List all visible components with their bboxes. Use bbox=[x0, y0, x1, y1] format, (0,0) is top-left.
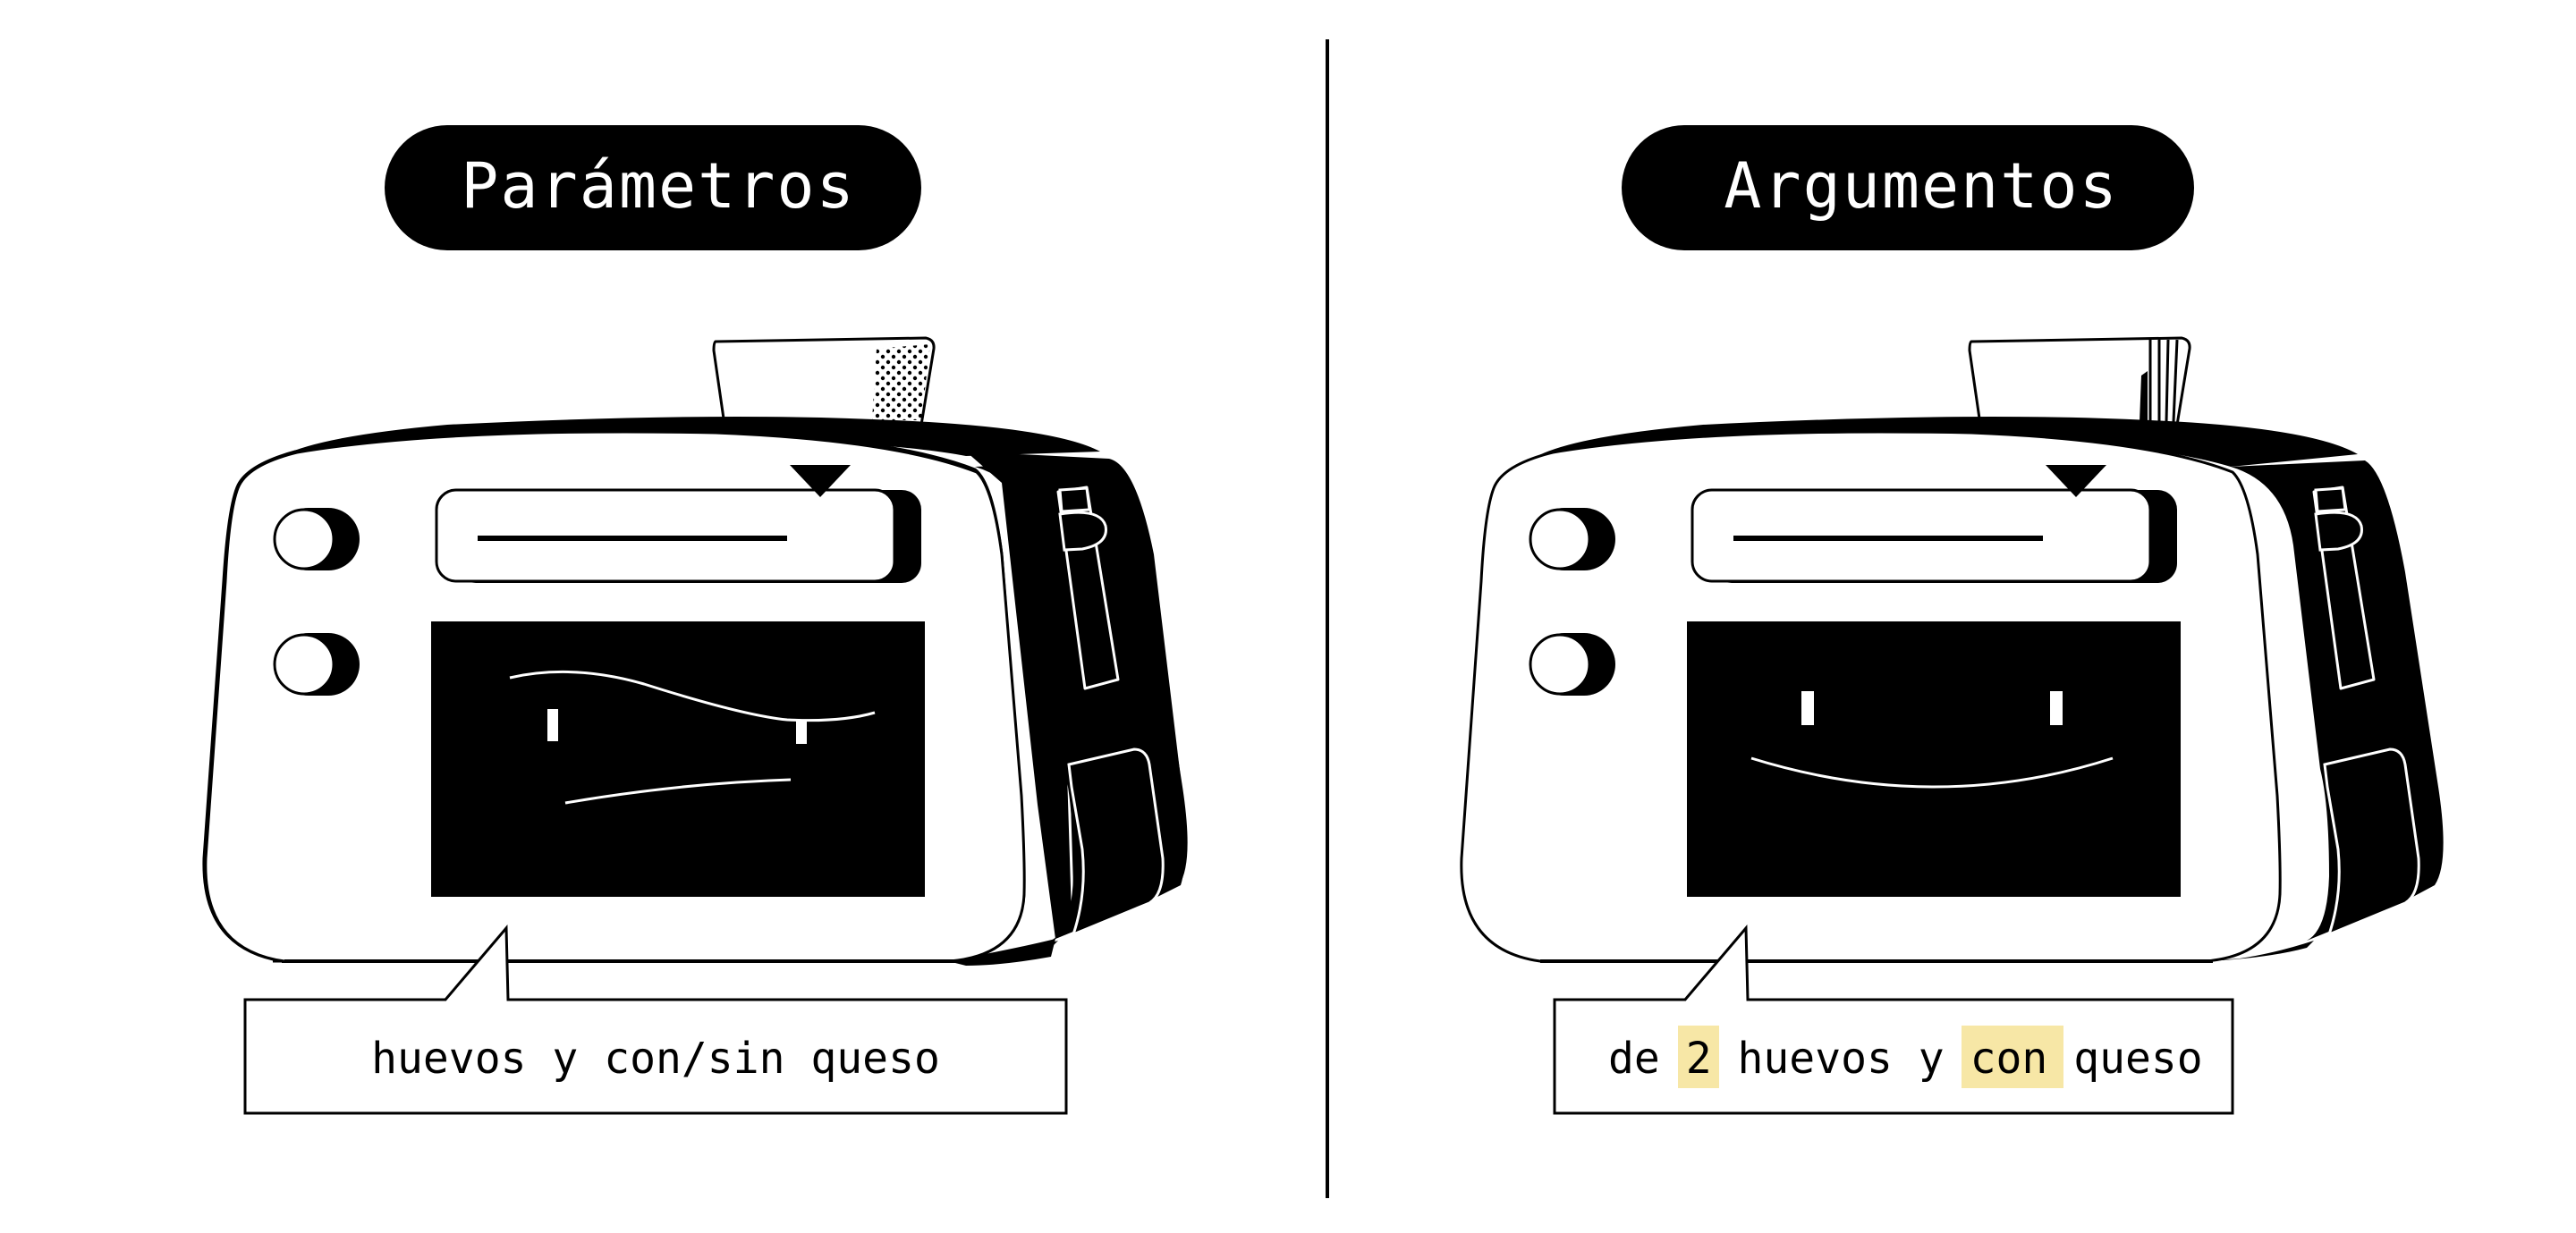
left-knob-1 bbox=[273, 508, 360, 570]
speech-part-huevos: huevos y bbox=[1712, 1034, 1970, 1084]
right-title: Argumentos bbox=[1724, 149, 2118, 223]
right-panel: Argumentos de 2 huevos y con queso bbox=[1460, 125, 2444, 1115]
left-title: Parámetros bbox=[461, 149, 855, 223]
speech-part-queso: queso bbox=[2047, 1034, 2202, 1084]
speech-part-con: con bbox=[1970, 1034, 2048, 1084]
left-knob-2 bbox=[273, 633, 360, 696]
right-knob-2 bbox=[1529, 633, 1615, 696]
left-speech-text: huevos y con/sin queso bbox=[371, 1034, 940, 1084]
diagram-svg: Parámetros huevos y con/sin queso Argume… bbox=[201, 39, 2444, 1198]
speech-part-de: de bbox=[1608, 1034, 1686, 1084]
right-speech-text: de 2 huevos y con queso bbox=[1608, 1034, 2203, 1084]
toaster-oven-robot-icon bbox=[201, 336, 1188, 967]
right-screen bbox=[1687, 621, 2181, 897]
toaster-oven-robot-icon bbox=[1460, 336, 2444, 963]
left-screen bbox=[431, 621, 925, 897]
left-panel: Parámetros huevos y con/sin queso bbox=[201, 125, 1188, 1115]
diagram-canvas: Parámetros huevos y con/sin queso Argume… bbox=[0, 0, 2576, 1233]
speech-part-number: 2 bbox=[1686, 1034, 1712, 1084]
right-knob-1 bbox=[1529, 508, 1615, 570]
